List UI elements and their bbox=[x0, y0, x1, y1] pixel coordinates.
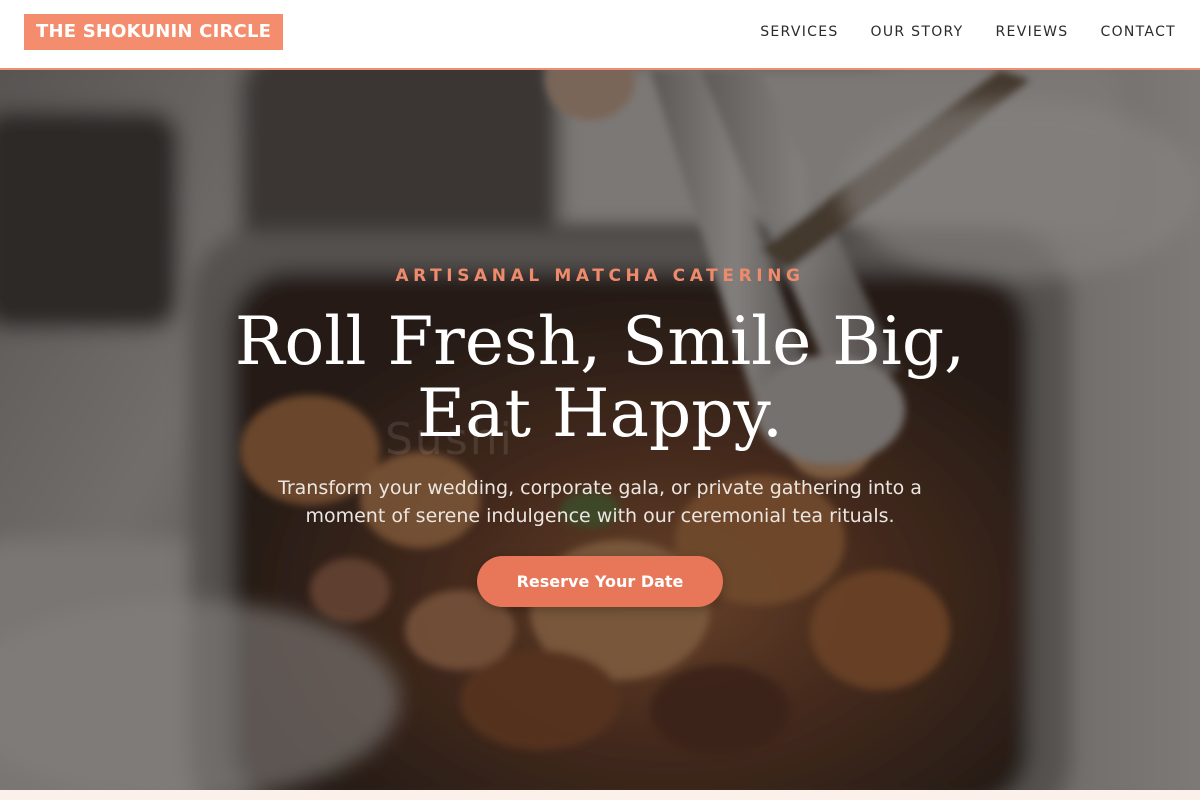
hero-headline: Roll Fresh, Smile Big, Eat Happy. bbox=[234, 303, 966, 452]
reserve-date-button[interactable]: Reserve Your Date bbox=[477, 556, 723, 607]
nav-item-contact[interactable]: CONTACT bbox=[1101, 24, 1177, 40]
hero-subtext: Transform your wedding, corporate gala, … bbox=[278, 477, 922, 527]
site-header: THE SHOKUNIN CIRCLE SERVICES OUR STORY R… bbox=[0, 0, 1200, 70]
nav-item-reviews[interactable]: REVIEWS bbox=[996, 24, 1069, 40]
hero-ghost-text: Sushi bbox=[385, 414, 514, 465]
nav-item-our-story[interactable]: OUR STORY bbox=[871, 24, 964, 40]
nav-item-services[interactable]: SERVICES bbox=[760, 24, 838, 40]
hero-content: ARTISANAL MATCHA CATERING Roll Fresh, Sm… bbox=[0, 70, 1200, 790]
section-divider bbox=[0, 790, 1200, 800]
hero-kicker: ARTISANAL MATCHA CATERING bbox=[395, 266, 805, 286]
hero-section: ARTISANAL MATCHA CATERING Roll Fresh, Sm… bbox=[0, 70, 1200, 790]
brand-logo[interactable]: THE SHOKUNIN CIRCLE bbox=[24, 14, 284, 50]
main-nav: SERVICES OUR STORY REVIEWS CONTACT bbox=[760, 24, 1176, 40]
